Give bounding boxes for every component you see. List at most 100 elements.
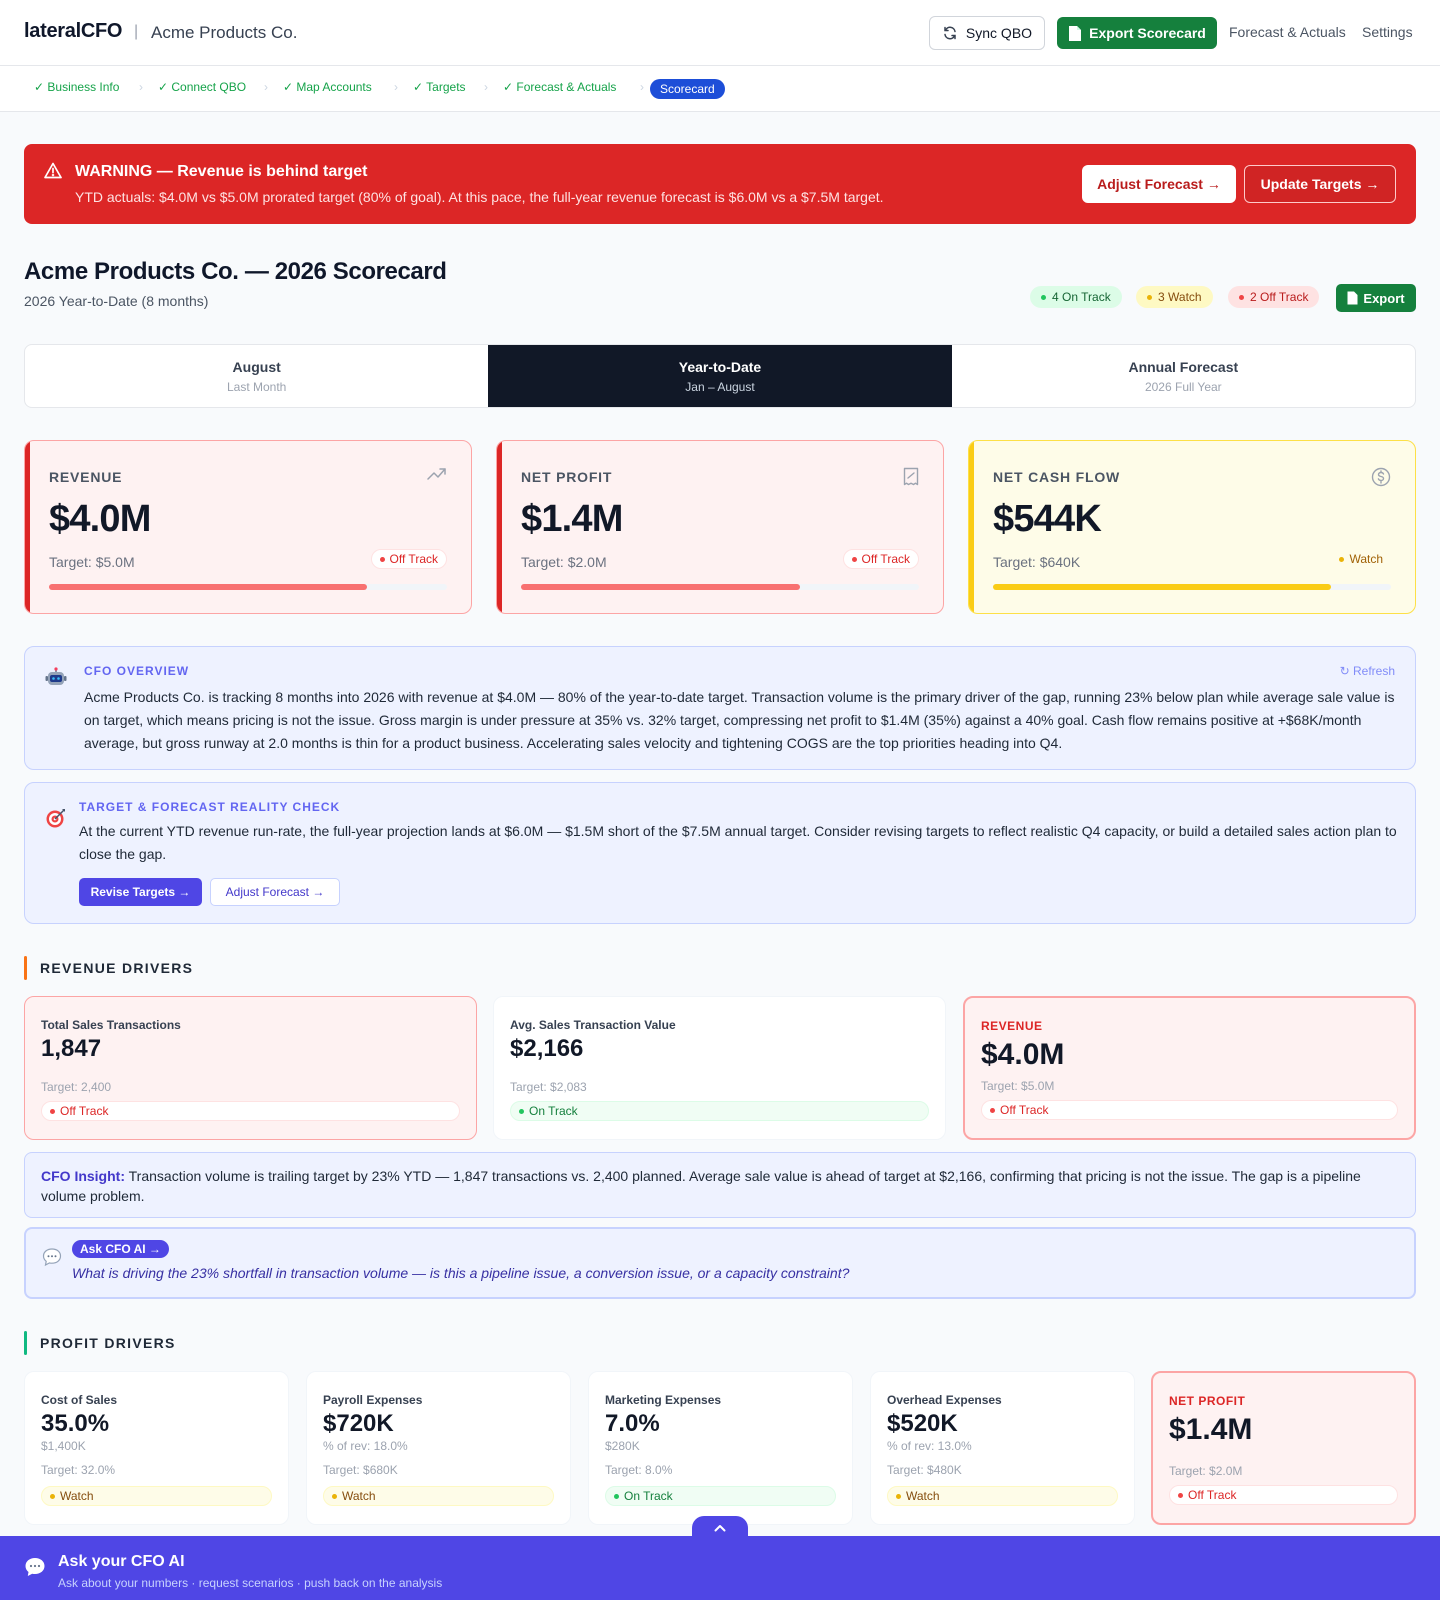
nav-settings[interactable]: Settings [1362, 24, 1413, 40]
kpi-value: $544K [993, 498, 1102, 540]
driver-card-revenue[interactable]: REVENUE $4.0M Target: $5.0M Off Track [963, 996, 1416, 1140]
revise-targets-button[interactable]: Revise Targets → [79, 878, 202, 906]
status-badge: Off Track [370, 549, 447, 569]
top-bar: lateralCFO | Acme Products Co. Sync QBO … [0, 0, 1440, 66]
status-label: Off Track [1188, 1488, 1237, 1502]
ask-cfo-ai-prompt[interactable]: Ask CFO AI → What is driving the 23% sho… [24, 1227, 1416, 1299]
robot-icon [45, 667, 67, 689]
driver-value: $1.4M [1169, 1413, 1253, 1446]
status-badge: Off Track [842, 549, 919, 569]
step-map-accounts[interactable]: ✓ Map Accounts [283, 80, 372, 94]
revenue-warning-banner: WARNING — Revenue is behind target YTD a… [24, 144, 1416, 224]
driver-card-total-sales-transactions[interactable]: Total Sales Transactions 1,847 Target: 2… [24, 996, 477, 1140]
on-track-count-badge: 4 On Track [1030, 286, 1122, 308]
driver-subvalue: $280K [605, 1439, 640, 1453]
kpi-label: NET PROFIT [521, 469, 613, 485]
target-icon [45, 807, 67, 829]
overview-heading: CFO OVERVIEW [84, 664, 190, 678]
kpi-target: Target: $640K [993, 554, 1081, 570]
step-separator: › [394, 80, 398, 94]
dollar-circle-icon [1371, 467, 1391, 487]
chat-bubble-icon [42, 1247, 62, 1267]
step-connect-qbo[interactable]: ✓ Connect QBO [158, 80, 246, 94]
sync-icon [942, 25, 958, 41]
section-title: PROFIT DRIVERS [40, 1335, 176, 1351]
page-title: Acme Products Co. — 2026 Scorecard [24, 258, 447, 285]
kpi-value: $1.4M [521, 498, 623, 540]
driver-value: $520K [887, 1410, 958, 1437]
kpi-progress-bar [49, 584, 447, 590]
kpi-card-net-profit[interactable]: NET PROFIT $1.4M Target: $2.0M Off Track [496, 440, 944, 614]
kpi-progress-fill [521, 584, 800, 590]
status-label: Watch [60, 1489, 94, 1503]
step-targets[interactable]: ✓ Targets [413, 80, 466, 94]
kpi-target: Target: $2.0M [521, 554, 607, 570]
status-dot [614, 1493, 619, 1499]
driver-card-net-profit[interactable]: NET PROFIT $1.4M Target: $2.0M Off Track [1151, 1371, 1416, 1525]
export-button[interactable]: Export [1336, 284, 1416, 312]
driver-card-overhead-expenses[interactable]: Overhead Expenses $520K % of rev: 13.0% … [870, 1371, 1135, 1525]
document-icon [1347, 291, 1358, 305]
step-separator: › [264, 80, 268, 94]
adjust-forecast-button[interactable]: Adjust Forecast → [210, 878, 340, 906]
sync-qbo-button[interactable]: Sync QBO [929, 16, 1045, 50]
status-badge: Off Track [981, 1100, 1398, 1120]
driver-value: $4.0M [981, 1038, 1065, 1071]
status-badge: Off Track [1169, 1485, 1398, 1505]
driver-label: NET PROFIT [1169, 1394, 1246, 1408]
refresh-button[interactable]: ↻ Refresh [1340, 664, 1395, 678]
export-scorecard-button[interactable]: Export Scorecard [1057, 17, 1217, 49]
driver-target: Target: 2,400 [41, 1080, 112, 1094]
watch-count-label: 3 Watch [1158, 290, 1202, 304]
status-badge: On Track [605, 1486, 836, 1506]
driver-card-cost-of-sales[interactable]: Cost of Sales 35.0% $1,400K Target: 32.0… [24, 1371, 289, 1525]
driver-target: Target: $2.0M [1169, 1464, 1243, 1478]
overview-body: Acme Products Co. is tracking 8 months i… [84, 689, 1395, 751]
cfo-ai-chat-bar[interactable]: Ask your CFO AI Ask about your numbers ·… [0, 1536, 1440, 1600]
reality-check-heading: TARGET & FORECAST REALITY CHECK [79, 800, 341, 814]
status-dot [896, 1493, 901, 1499]
step-business-info[interactable]: ✓ Business Info [34, 80, 119, 94]
status-dot [50, 1493, 55, 1499]
export-label: Export [1363, 290, 1405, 306]
driver-card-avg-sales-transaction-value[interactable]: Avg. Sales Transaction Value $2,166 Targ… [493, 996, 946, 1140]
status-badge: Off Track [41, 1101, 460, 1121]
status-dot [1239, 294, 1244, 300]
warning-title: WARNING — Revenue is behind target [75, 163, 368, 180]
status-label: Off Track [1000, 1103, 1049, 1117]
status-dot [1041, 294, 1046, 300]
off-track-count-label: 2 Off Track [1250, 290, 1309, 304]
tab-annual-forecast[interactable]: Annual Forecast 2026 Full Year [952, 345, 1415, 407]
status-label: On Track [624, 1489, 673, 1503]
kpi-card-net-cash-flow[interactable]: NET CASH FLOW $544K Target: $640K Watch [968, 440, 1416, 614]
driver-card-payroll-expenses[interactable]: Payroll Expenses $720K % of rev: 18.0% T… [306, 1371, 571, 1525]
step-scorecard-active[interactable]: Scorecard [650, 79, 725, 99]
driver-card-marketing-expenses[interactable]: Marketing Expenses 7.0% $280K Target: 8.… [588, 1371, 853, 1525]
driver-target: Target: $480K [887, 1463, 962, 1477]
tab-august[interactable]: August Last Month [25, 345, 488, 407]
ask-cfo-ai-chip[interactable]: Ask CFO AI → [72, 1240, 169, 1258]
status-label: On Track [529, 1104, 578, 1118]
status-dot [1147, 294, 1152, 300]
step-separator: › [640, 80, 644, 94]
revenue-drivers-heading: REVENUE DRIVERS [24, 956, 193, 980]
update-targets-button[interactable]: Update Targets → [1244, 165, 1396, 203]
driver-target: Target: 32.0% [41, 1463, 116, 1477]
driver-label: Marketing Expenses [605, 1393, 722, 1407]
status-dot [1178, 1492, 1183, 1498]
adjust-forecast-button[interactable]: Adjust Forecast → [1082, 165, 1236, 203]
status-dot [990, 1107, 995, 1113]
chat-bar-title: Ask your CFO AI [58, 1553, 185, 1570]
brand-logo[interactable]: lateralCFO [24, 20, 122, 43]
kpi-target: Target: $5.0M [49, 554, 135, 570]
nav-forecast-actuals[interactable]: Forecast & Actuals [1229, 24, 1346, 40]
tab-year-to-date[interactable]: Year-to-Date Jan – August [488, 345, 952, 407]
driver-label: REVENUE [981, 1019, 1043, 1033]
driver-value: $720K [323, 1410, 394, 1437]
step-forecast-actuals[interactable]: ✓ Forecast & Actuals [503, 80, 616, 94]
section-accent [24, 956, 27, 980]
kpi-card-revenue[interactable]: REVENUE $4.0M Target: $5.0M Off Track [24, 440, 472, 614]
suggested-question[interactable]: What is driving the 23% shortfall in tra… [72, 1265, 849, 1281]
status-dot [332, 1493, 337, 1499]
status-label: Watch [342, 1489, 376, 1503]
